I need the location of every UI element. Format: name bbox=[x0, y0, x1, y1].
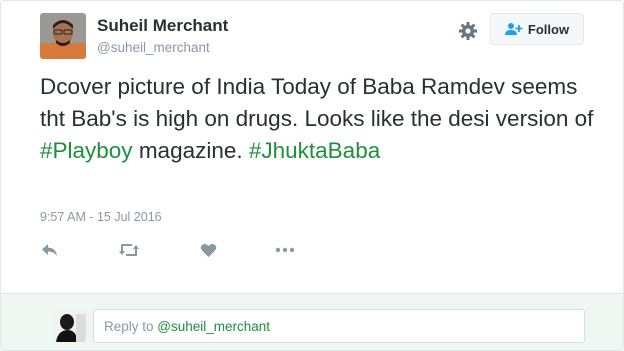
author-name[interactable]: Suheil Merchant bbox=[97, 16, 228, 36]
author-avatar[interactable] bbox=[40, 13, 86, 59]
current-user-avatar bbox=[54, 310, 86, 342]
follow-button[interactable]: Follow bbox=[490, 13, 584, 45]
follow-label: Follow bbox=[527, 21, 570, 37]
hashtag-playboy[interactable]: #Playboy bbox=[40, 138, 133, 163]
reply-icon[interactable] bbox=[39, 241, 61, 259]
more-icon[interactable] bbox=[274, 241, 296, 259]
reply-bar: Reply to @suheil_merchant bbox=[1, 293, 623, 350]
tweet-text-part2: magazine. bbox=[132, 138, 249, 163]
hashtag-jhuktababa[interactable]: #JhuktaBaba bbox=[249, 138, 380, 163]
retweet-icon[interactable] bbox=[118, 241, 140, 259]
heart-icon[interactable] bbox=[197, 241, 219, 259]
reply-placeholder-handle: @suheil_merchant bbox=[157, 318, 271, 334]
reply-input[interactable]: Reply to @suheil_merchant bbox=[93, 309, 585, 343]
add-person-icon bbox=[504, 22, 523, 36]
author-handle[interactable]: @suheil_merchant bbox=[97, 40, 210, 55]
tweet-card: Suheil Merchant @suheil_merchant Follow … bbox=[0, 0, 624, 351]
tweet-text-part1: Dcover picture of India Today of Baba Ra… bbox=[40, 74, 594, 131]
tweet-text: Dcover picture of India Today of Baba Ra… bbox=[40, 71, 600, 167]
gear-icon[interactable] bbox=[457, 20, 479, 42]
author-avatar-image bbox=[40, 13, 86, 59]
tweet-timestamp[interactable]: 9:57 AM - 15 Jul 2016 bbox=[40, 210, 162, 224]
reply-placeholder-prefix: Reply to bbox=[104, 318, 158, 334]
